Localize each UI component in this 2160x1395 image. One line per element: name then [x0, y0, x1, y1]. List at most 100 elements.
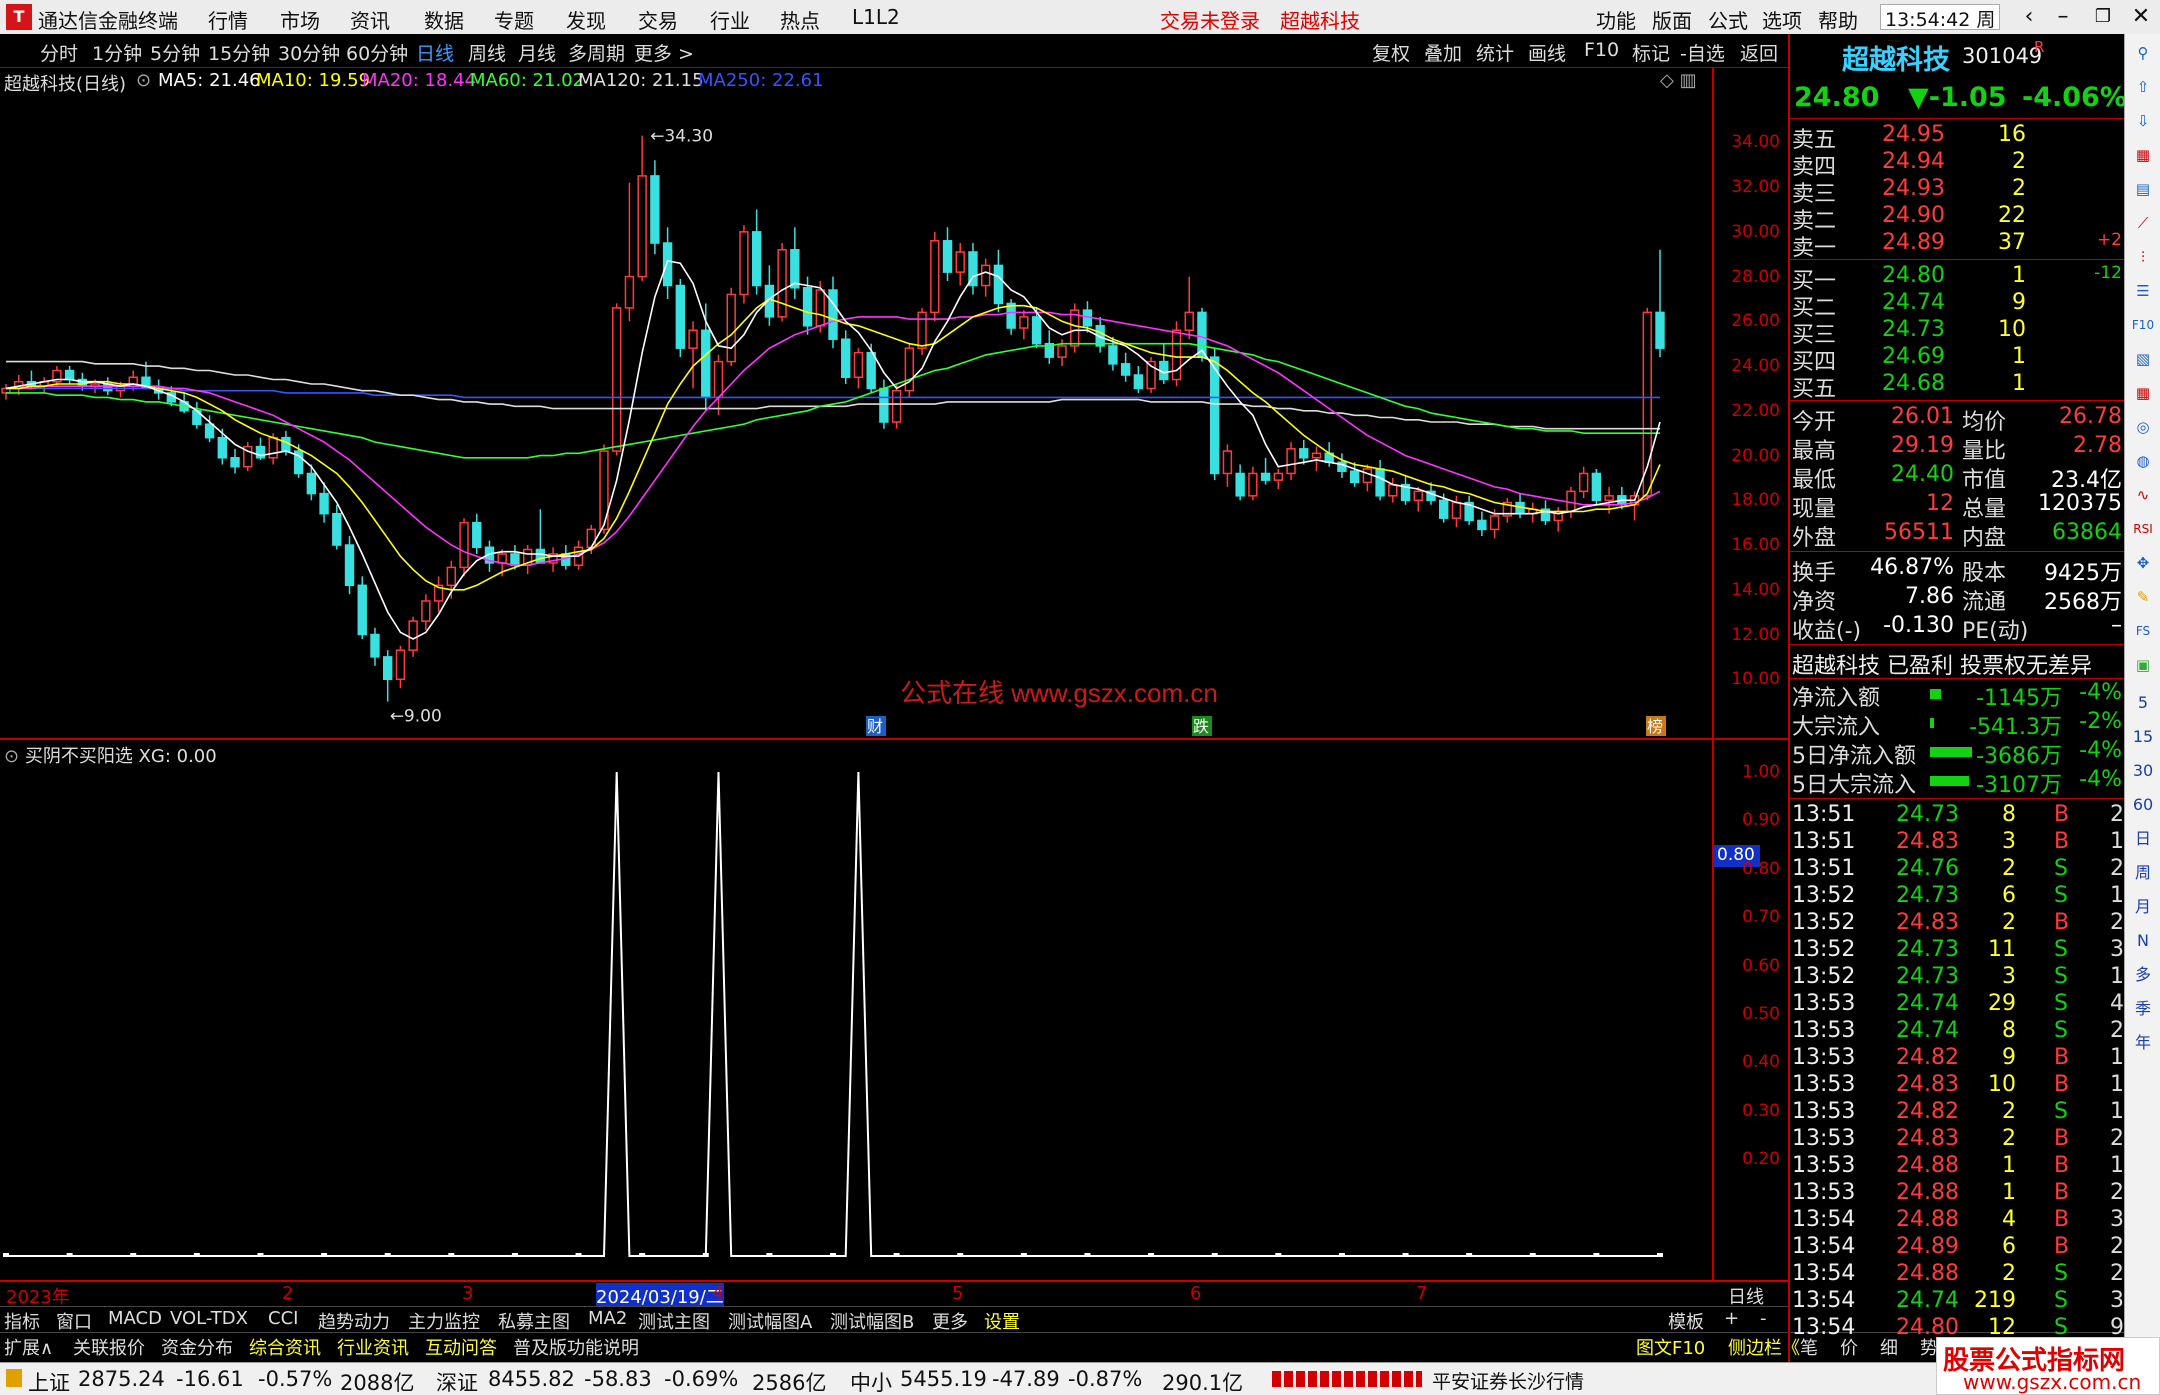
fs-icon[interactable]: FS	[2130, 618, 2156, 644]
menu-item[interactable]: 专题	[494, 5, 534, 34]
bid-row[interactable]: 买五 24.68 1	[1790, 371, 2126, 402]
chart-tool-button[interactable]: 画线	[1528, 39, 1566, 66]
menu-item-right[interactable]: 版面	[1652, 5, 1692, 34]
menu-item-right[interactable]: 帮助	[1818, 5, 1858, 34]
chart-tool-button[interactable]: 统计	[1476, 39, 1514, 66]
extension-tab[interactable]: 扩展∧	[4, 1334, 53, 1360]
strip-period-button[interactable]: 30	[2130, 758, 2156, 784]
rsi-icon[interactable]: RSI	[2130, 516, 2156, 542]
menu-item[interactable]: 热点	[780, 5, 820, 34]
indicator-tab[interactable]: 测试主图	[638, 1308, 710, 1334]
strip-period-button[interactable]: 60	[2130, 792, 2156, 818]
template-button[interactable]: +	[1724, 1308, 1739, 1329]
period-tab[interactable]: 更多 >	[634, 39, 694, 66]
ask-row[interactable]: 卖四 24.94 2	[1790, 149, 2126, 180]
indicator-tab[interactable]: 测试幅图B	[830, 1308, 914, 1334]
ask-row[interactable]: 卖一 24.89 37 +2	[1790, 230, 2126, 261]
zx-name[interactable]: 中小	[850, 1367, 892, 1395]
move-icon[interactable]: ✥	[2130, 550, 2156, 576]
close-icon[interactable]: ✕	[2124, 2, 2158, 32]
period-tab[interactable]: 60分钟	[346, 39, 408, 66]
radar-icon[interactable]: ◎	[2130, 414, 2156, 440]
menu-item-right[interactable]: 选项	[1762, 5, 1802, 34]
menu-item-right[interactable]: 功能	[1596, 5, 1636, 34]
globe-icon[interactable]: ◍	[2130, 448, 2156, 474]
pin-icon[interactable]: ⚲	[2130, 40, 2156, 66]
sz-name[interactable]: 深证	[436, 1367, 478, 1395]
period-tab[interactable]: 1分钟	[92, 39, 142, 66]
arrow-up-icon[interactable]: ⇧	[2130, 74, 2156, 100]
chart-tool-button[interactable]: 返回	[1740, 39, 1778, 66]
indicator-tab[interactable]: 私募主图	[498, 1308, 570, 1334]
indicator-tab[interactable]: 窗口	[56, 1308, 92, 1334]
stock-name-menu[interactable]: 超越科技	[1280, 5, 1360, 34]
chart-tool-button[interactable]: 复权	[1372, 39, 1410, 66]
legend-toggle-icon[interactable]: ⊙	[136, 70, 151, 91]
side-tab[interactable]: 图文F10	[1636, 1334, 1705, 1360]
chart-tool-button[interactable]: -自选	[1680, 39, 1725, 66]
menu-item[interactable]: 发现	[566, 5, 606, 34]
bid-row[interactable]: 买一 24.80 1 -12	[1790, 263, 2126, 294]
trend-icon[interactable]: ⟋	[2130, 210, 2156, 236]
extension-tab[interactable]: 关联报价	[73, 1334, 145, 1360]
ask-row[interactable]: 卖二 24.90 22	[1790, 203, 2126, 234]
template-button[interactable]: 模板	[1668, 1308, 1704, 1334]
ask-row[interactable]: 卖三 24.93 2	[1790, 176, 2126, 207]
indicator-tab[interactable]: 更多	[932, 1308, 968, 1334]
chart-icon[interactable]: ▦	[2130, 142, 2156, 168]
indicator-tab[interactable]: CCI	[268, 1308, 298, 1329]
kline-icon[interactable]: ⫶	[2130, 244, 2156, 270]
period-tab[interactable]: 月线	[518, 39, 556, 66]
save-icon[interactable]: ▣	[2130, 652, 2156, 678]
template-button[interactable]: -	[1760, 1308, 1767, 1329]
menu-item[interactable]: 行情	[208, 5, 248, 34]
indicator-tab[interactable]: MACD	[108, 1308, 162, 1329]
indicator-tab[interactable]: 趋势动力	[318, 1308, 390, 1334]
period-tab[interactable]: 日线	[416, 39, 454, 66]
extension-tab[interactable]: 普及版功能说明	[513, 1334, 639, 1360]
menu-item[interactable]: 交易	[638, 5, 678, 34]
menu-item[interactable]: L1L2	[852, 5, 900, 29]
arrow-down-icon[interactable]: ⇩	[2130, 108, 2156, 134]
table-icon[interactable]: ▦	[2130, 380, 2156, 406]
strip-period-button[interactable]: 年	[2130, 1030, 2156, 1056]
period-tab[interactable]: 30分钟	[278, 39, 340, 66]
login-status[interactable]: 交易未登录	[1160, 5, 1260, 34]
indicator-tab[interactable]: 测试幅图A	[728, 1308, 812, 1334]
menu-item[interactable]: 数据	[424, 5, 464, 34]
indicator-tab[interactable]: VOL-TDX	[170, 1308, 248, 1329]
indicator-tab[interactable]: 主力监控	[408, 1308, 480, 1334]
indicator-tab[interactable]: MA2	[588, 1308, 627, 1329]
extension-tab[interactable]: 资金分布	[161, 1334, 233, 1360]
indicator-chart[interactable]	[0, 740, 1712, 1280]
minimize-icon[interactable]: –	[2046, 2, 2080, 32]
chart-options-icon[interactable]: ◇ ▥	[1660, 70, 1697, 91]
bid-row[interactable]: 买三 24.73 10	[1790, 317, 2126, 348]
period-tab[interactable]: 周线	[468, 39, 506, 66]
wave-icon[interactable]: ∿	[2130, 482, 2156, 508]
strip-period-button[interactable]: 季	[2130, 996, 2156, 1022]
pen-icon[interactable]: ✎	[2130, 584, 2156, 610]
f10-icon[interactable]: F10	[2130, 312, 2156, 338]
strip-period-button[interactable]: 日	[2130, 826, 2156, 852]
back-icon[interactable]: ‹	[2012, 2, 2046, 32]
menu-item-right[interactable]: 公式	[1708, 5, 1748, 34]
indicator-tab[interactable]: 设置	[984, 1308, 1020, 1334]
strip-period-button[interactable]: 多	[2130, 962, 2156, 988]
strip-period-button[interactable]: 周	[2130, 860, 2156, 886]
bid-row[interactable]: 买二 24.74 9	[1790, 290, 2126, 321]
chart-tool-button[interactable]: F10	[1584, 39, 1619, 61]
period-tab[interactable]: 15分钟	[208, 39, 270, 66]
sh-name[interactable]: 上证	[28, 1367, 70, 1395]
menu-item[interactable]: 资讯	[350, 5, 390, 34]
candlestick-chart[interactable]: ←34.30 ←9.00 公式在线 www.gszx.com.cn 财 跌 榜	[0, 94, 1712, 738]
chart-tool-button[interactable]: 叠加	[1424, 39, 1462, 66]
restore-icon[interactable]: ❐	[2086, 2, 2120, 32]
strip-period-button[interactable]: 15	[2130, 724, 2156, 750]
extension-tab[interactable]: 互动问答	[425, 1334, 497, 1360]
chart-tool-button[interactable]: 标记	[1632, 39, 1670, 66]
doc-icon[interactable]: ▧	[2130, 346, 2156, 372]
grid-icon[interactable]: ▤	[2130, 176, 2156, 202]
period-tab[interactable]: 分时	[40, 39, 78, 66]
ask-row[interactable]: 卖五 24.95 16	[1790, 122, 2126, 153]
